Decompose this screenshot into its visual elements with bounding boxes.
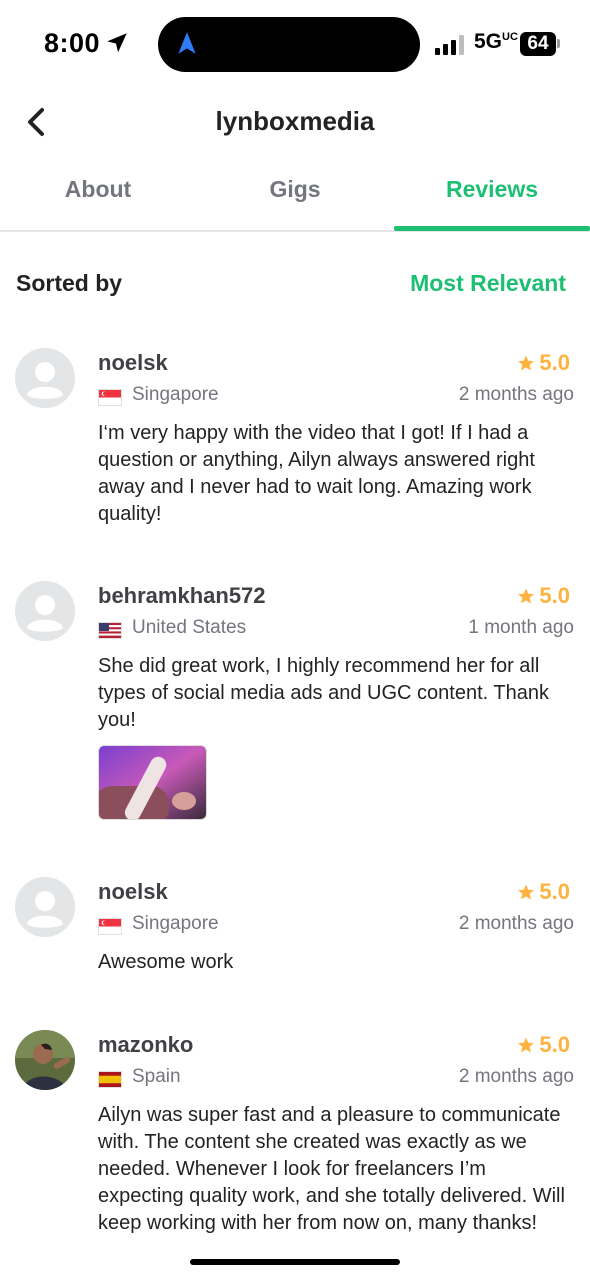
tab-reviews[interactable]: Reviews <box>394 176 590 203</box>
default-user-icon <box>15 581 75 641</box>
avatar[interactable] <box>15 1030 75 1090</box>
network-label: 5GUC <box>474 30 518 53</box>
star-icon <box>518 884 535 900</box>
star-icon <box>518 1037 535 1053</box>
rating-value: 5.0 <box>539 350 570 375</box>
home-indicator[interactable] <box>190 1259 400 1265</box>
review-time: 2 months ago <box>458 913 574 934</box>
tab-gigs[interactable]: Gigs <box>197 176 393 203</box>
review-time: 2 months ago <box>458 1066 574 1087</box>
battery-icon: 64 <box>520 32 556 56</box>
rating: 5.0 <box>517 350 570 376</box>
reviewer-country: Singapore <box>132 384 219 405</box>
review-item: behramkhan572 5.0 United States 1 month … <box>0 581 590 841</box>
status-bar: 8:00 5GUC 64 <box>0 0 590 90</box>
review-text: Ailyn was super fast and a pleasure to c… <box>98 1104 565 1234</box>
star-icon <box>518 355 535 371</box>
rating-value: 5.0 <box>539 1032 570 1057</box>
rating: 5.0 <box>517 1032 570 1058</box>
battery-tip <box>557 39 560 48</box>
rating-value: 5.0 <box>539 879 570 904</box>
review-item: noelsk 5.0 Singapore 2 months ago Awesom… <box>0 877 590 987</box>
sort-label: Sorted by <box>16 270 123 296</box>
location-arrow-icon <box>107 33 127 53</box>
reviewer-name[interactable]: noelsk <box>98 350 168 376</box>
review-text: She did great work, I highly recommend h… <box>98 655 549 731</box>
navigation-arrow-icon <box>178 32 196 54</box>
avatar[interactable] <box>15 348 75 408</box>
reviewer-name[interactable]: behramkhan572 <box>98 583 266 609</box>
rating: 5.0 <box>517 879 570 905</box>
spain-flag-icon <box>98 1071 122 1088</box>
singapore-flag-icon <box>98 918 122 935</box>
reviewer-name[interactable]: noelsk <box>98 879 168 905</box>
review-text: I‘m very happy with the video that I got… <box>98 422 535 525</box>
user-photo-avatar <box>15 1030 75 1090</box>
cellular-signal-icon <box>435 35 464 55</box>
review-item: mazonko 5.0 Spain 2 months ago Ailyn was… <box>0 1030 590 1260</box>
reviewer-country: Spain <box>132 1066 181 1087</box>
review-attachment-thumbnail[interactable] <box>98 745 207 820</box>
singapore-flag-icon <box>98 389 122 406</box>
sort-dropdown[interactable]: Most Relevant <box>410 270 566 297</box>
reviewer-country: United States <box>132 617 247 638</box>
default-user-icon <box>15 348 75 408</box>
active-tab-indicator <box>394 226 590 231</box>
default-user-icon <box>15 877 75 937</box>
tab-about[interactable]: About <box>0 176 196 203</box>
reviewer-name[interactable]: mazonko <box>98 1032 193 1058</box>
review-time: 2 months ago <box>458 384 574 405</box>
profile-tabs: About Gigs Reviews <box>0 160 590 232</box>
status-time: 8:00 <box>44 28 101 58</box>
rating-value: 5.0 <box>539 583 570 608</box>
review-time: 1 month ago <box>468 617 574 638</box>
review-item: noelsk 5.0 Singapore 2 months ago I‘m ve… <box>0 348 590 538</box>
avatar[interactable] <box>15 581 75 641</box>
rating: 5.0 <box>517 583 570 609</box>
avatar[interactable] <box>15 877 75 937</box>
star-icon <box>518 588 535 604</box>
reviewer-country: Singapore <box>132 913 219 934</box>
us-flag-icon <box>98 622 122 639</box>
review-text: Awesome work <box>98 951 234 973</box>
page-title: lynboxmedia <box>215 106 375 136</box>
video-thumbnail-image <box>99 746 206 819</box>
